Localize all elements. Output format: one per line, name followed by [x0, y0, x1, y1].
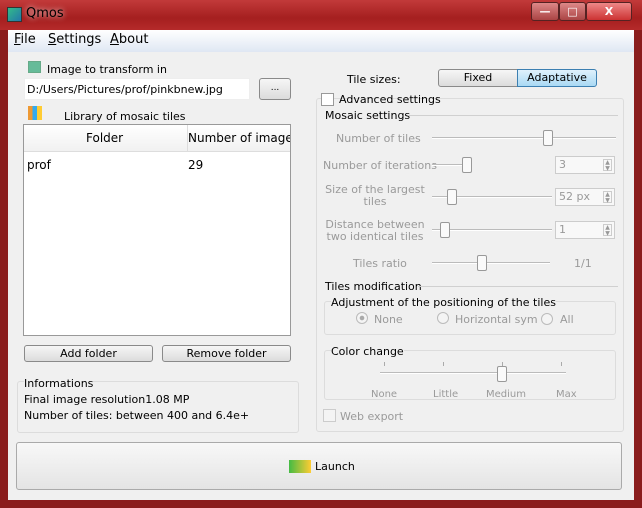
- radio-none-label: None: [374, 313, 403, 326]
- tiles-ratio-slider[interactable]: [432, 262, 550, 264]
- distance-label: Distance between two identical tiles: [325, 218, 425, 243]
- library-table[interactable]: Folder Number of image prof 29: [23, 124, 291, 336]
- distance-slider[interactable]: [432, 229, 552, 231]
- color-none-label: None: [371, 389, 398, 400]
- adaptative-button[interactable]: Adaptative: [517, 69, 597, 87]
- web-export-checkbox[interactable]: [323, 409, 336, 422]
- resolution-text: Final image resolution1.08 MP: [24, 393, 190, 406]
- close-button[interactable]: X: [586, 2, 632, 21]
- positioning-title: Adjustment of the positioning of the til…: [331, 296, 556, 309]
- color-medium-label: Medium: [486, 389, 526, 400]
- radio-horizontal-sym-label: Horizontal sym: [455, 313, 538, 326]
- launch-label: Launch: [315, 460, 355, 473]
- image-icon: [28, 61, 41, 73]
- maximize-button[interactable]: □: [559, 2, 586, 21]
- largest-tiles-thumb[interactable]: [447, 189, 457, 205]
- menu-file[interactable]: File: [14, 32, 36, 47]
- number-of-tiles-thumb[interactable]: [543, 130, 553, 146]
- library-label: Library of mosaic tiles: [64, 110, 186, 123]
- tiles-ratio-value: 1/1: [574, 257, 592, 270]
- radio-none[interactable]: [356, 312, 368, 324]
- table-row[interactable]: prof 29: [24, 155, 290, 175]
- column-folder[interactable]: Folder: [86, 131, 123, 145]
- color-max-label: Max: [556, 389, 577, 400]
- column-count[interactable]: Number of image: [188, 131, 290, 145]
- app-icon: [7, 7, 22, 22]
- radio-all-label: All: [560, 313, 574, 326]
- radio-horizontal-sym[interactable]: [437, 312, 449, 324]
- tile-sizes-label: Tile sizes:: [347, 73, 401, 86]
- tiles-ratio-thumb[interactable]: [477, 255, 487, 271]
- remove-folder-button[interactable]: Remove folder: [162, 345, 291, 362]
- number-of-tiles-slider[interactable]: [432, 137, 616, 139]
- menu-about[interactable]: About: [110, 32, 148, 47]
- mosaic-settings-title: Mosaic settings: [325, 109, 411, 122]
- launch-icon: [289, 460, 311, 473]
- image-path-input[interactable]: D:/Users/Pictures/prof/pinkbnew.jpg: [24, 78, 250, 100]
- folder-cell: prof: [27, 158, 51, 172]
- web-export-label: Web export: [340, 410, 404, 423]
- radio-all[interactable]: [541, 313, 553, 325]
- advanced-settings-label: Advanced settings: [339, 93, 441, 106]
- informations-title: Informations: [24, 377, 94, 390]
- largest-tiles-spinbox[interactable]: 52 px ▲ ▼: [555, 188, 615, 206]
- browse-button[interactable]: ...: [259, 78, 291, 100]
- iterations-thumb[interactable]: [462, 157, 472, 173]
- advanced-settings-checkbox[interactable]: [321, 93, 334, 106]
- window-title: Qmos: [26, 6, 64, 21]
- image-label: Image to transform in: [47, 63, 167, 76]
- table-header: Folder Number of image: [24, 125, 290, 152]
- color-change-slider[interactable]: [380, 372, 566, 374]
- minimize-button[interactable]: —: [531, 2, 559, 21]
- iterations-label: Number of iterations: [323, 159, 437, 172]
- tiles-ratio-label: Tiles ratio: [353, 257, 407, 270]
- color-little-label: Little: [433, 389, 459, 400]
- add-folder-button[interactable]: Add folder: [24, 345, 153, 362]
- tiles-modification-title: Tiles modification: [325, 280, 422, 293]
- launch-button[interactable]: Launch: [16, 442, 622, 490]
- number-of-tiles-label: Number of tiles: [336, 132, 421, 145]
- iterations-spinbox[interactable]: 3 ▲ ▼: [555, 156, 615, 174]
- count-cell: 29: [188, 158, 204, 172]
- largest-tiles-label: Size of the largest tiles: [325, 183, 425, 208]
- tiles-count-text: Number of tiles: between 400 and 6.4e+: [24, 409, 250, 422]
- spin-arrows-icon: ▲ ▼: [603, 159, 612, 172]
- distance-thumb[interactable]: [440, 222, 450, 238]
- distance-spinbox[interactable]: 1 ▲ ▼: [555, 221, 615, 239]
- fixed-button[interactable]: Fixed: [438, 69, 518, 87]
- books-icon: [28, 106, 42, 120]
- color-change-thumb[interactable]: [497, 366, 507, 382]
- color-change-title: Color change: [331, 345, 404, 358]
- menu-bar: File Settings About: [8, 30, 634, 52]
- menu-settings[interactable]: Settings: [48, 32, 101, 47]
